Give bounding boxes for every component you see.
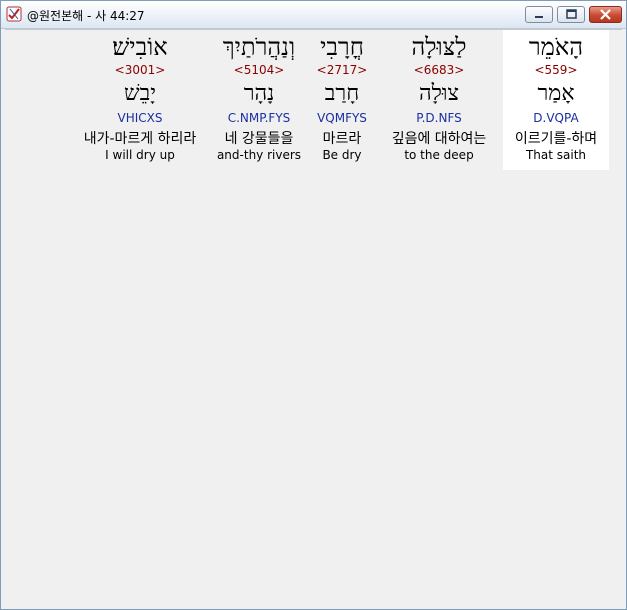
minimize-icon: [535, 16, 543, 18]
word-column-5[interactable]: אוֹבִישׁ׃ <3001> יָבֵשׁ VHICXS 내가-마르게 하리…: [69, 30, 211, 170]
morphology-code: C.NMP.FYS: [227, 111, 291, 125]
word-column-1[interactable]: הָאֹמֵר <559> אָמַר D.VQPA 이르기를-하며 That …: [503, 30, 609, 170]
english-gloss: and-thy rivers: [216, 148, 302, 162]
close-icon: [600, 9, 611, 20]
hebrew-word: הָאֹמֵר: [528, 33, 584, 61]
hebrew-lemma: יָבֵשׁ: [124, 81, 156, 106]
close-button[interactable]: [589, 6, 622, 23]
hebrew-lemma: צוּלָה: [418, 81, 460, 106]
korean-gloss: 깊음에 대하여는: [391, 131, 487, 147]
korean-gloss: 네 강물들을: [224, 131, 294, 147]
strong-number[interactable]: <3001>: [69, 63, 211, 77]
title-bar[interactable]: @원전본해 - 사 44:27: [1, 1, 626, 29]
hebrew-lemma: חָרַב: [324, 81, 360, 106]
korean-gloss: 이르기를-하며: [514, 131, 598, 147]
word-column-2[interactable]: לַצּוּלָה <6683> צוּלָה P.D.NFS 깊음에 대하여는…: [379, 30, 499, 170]
morphology-code: VQMFYS: [317, 111, 367, 125]
english-gloss: That saith: [525, 148, 587, 162]
hebrew-lemma: נָהָר: [243, 81, 275, 106]
english-gloss: I will dry up: [105, 148, 175, 162]
restore-icon: [566, 9, 577, 19]
word-column-3[interactable]: חֳרָבִי <2717> חָרַב VQMFYS 마르라 Be dry: [307, 30, 377, 170]
word-column-4[interactable]: וְנַהֲרֹתַיִךְ <5104> נָהָר C.NMP.FYS 네 …: [211, 30, 307, 170]
morphology-code: P.D.NFS: [416, 111, 462, 125]
english-gloss: Be dry: [322, 148, 362, 162]
hebrew-word: וְנַהֲרֹתַיִךְ: [222, 33, 296, 61]
english-gloss: to the deep: [404, 148, 474, 162]
strong-number[interactable]: <6683>: [379, 63, 499, 77]
checkmark-app-icon[interactable]: [6, 6, 22, 22]
interlinear-panel: הָאֹמֵר <559> אָמַר D.VQPA 이르기를-하며 That …: [5, 29, 622, 606]
app-window: @원전본해 - 사 44:27 הָאֹמֵר <559> אָמַר D.VQ…: [0, 0, 627, 610]
korean-gloss: 내가-마르게 하리라: [83, 131, 197, 147]
minimize-button[interactable]: [525, 6, 553, 23]
hebrew-word: לַצּוּלָה: [411, 33, 467, 61]
window-title: @원전본해 - 사 44:27: [27, 9, 145, 23]
strong-number[interactable]: <2717>: [307, 63, 377, 77]
korean-gloss: 마르라: [322, 131, 362, 147]
hebrew-word: חֳרָבִי: [320, 33, 364, 61]
hebrew-lemma: אָמַר: [537, 81, 575, 106]
strong-number[interactable]: <559>: [503, 63, 609, 77]
hebrew-word: אוֹבִישׁ׃: [112, 33, 168, 61]
maximize-button[interactable]: [557, 6, 585, 23]
morphology-code: D.VQPA: [533, 111, 579, 125]
morphology-code: VHICXS: [117, 111, 163, 125]
strong-number[interactable]: <5104>: [211, 63, 307, 77]
